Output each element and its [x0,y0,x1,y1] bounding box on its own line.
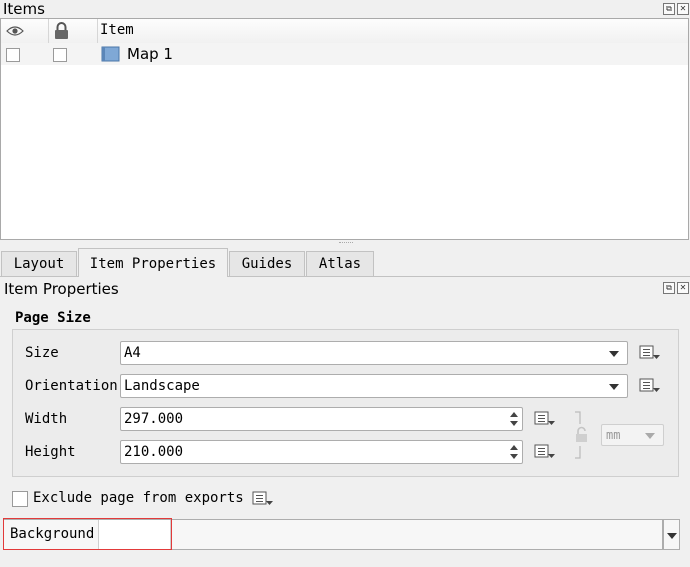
data-defined-override-icon[interactable] [534,411,556,427]
items-table-header: Item [1,19,688,44]
page-size-group-title: Page Size [15,310,91,326]
eye-icon[interactable] [6,25,24,37]
chevron-down-icon [609,351,619,357]
map-item-label[interactable]: Map 1 [127,45,173,63]
lock-checkbox[interactable] [53,48,67,62]
data-defined-override-icon[interactable] [639,378,661,394]
decrement-icon[interactable] [510,454,518,459]
aspect-ratio-lock-icon[interactable] [570,410,592,460]
size-label: Size [25,345,59,361]
item-column-header[interactable]: Item [100,22,134,38]
orientation-value: Landscape [124,378,200,394]
table-row[interactable]: Map 1 [1,43,688,65]
map-item-icon [101,46,120,62]
item-properties-title: Item Properties [4,280,119,298]
data-defined-override-icon[interactable] [534,444,556,460]
splitter-handle[interactable] [339,242,353,245]
increment-icon[interactable] [510,445,518,450]
height-value: 210.000 [124,444,184,460]
highlight-box [3,518,172,550]
size-combobox[interactable]: A4 [120,341,628,365]
data-defined-override-icon[interactable] [639,345,661,361]
increment-icon[interactable] [510,412,518,417]
height-label: Height [25,444,76,460]
close-panel-icon[interactable]: ✕ [677,282,689,294]
close-panel-icon[interactable]: ✕ [677,3,689,15]
decrement-icon[interactable] [510,421,518,426]
units-value: mm [606,428,621,442]
data-defined-override-icon[interactable] [252,491,274,507]
units-combobox[interactable]: mm [601,424,664,446]
tab-guides[interactable]: Guides [229,251,305,276]
items-panel-title: Items [3,0,45,18]
background-menu-button[interactable] [663,519,680,550]
orientation-combobox[interactable]: Landscape [120,374,628,398]
chevron-down-icon [645,433,655,439]
exclude-page-label[interactable]: Exclude page from exports [33,490,244,506]
items-table[interactable]: Item Map 1 [0,18,689,240]
tab-layout[interactable]: Layout [1,251,77,276]
width-label: Width [25,411,68,427]
height-spinbox[interactable]: 210.000 [120,440,523,464]
exclude-page-checkbox[interactable] [12,491,28,507]
tab-item-properties[interactable]: Item Properties [78,248,228,277]
float-panel-icon[interactable]: ⧉ [663,282,675,294]
chevron-down-icon [609,384,619,390]
float-panel-icon[interactable]: ⧉ [663,3,675,15]
orientation-label: Orientation [25,378,118,394]
width-spinbox[interactable]: 297.000 [120,407,523,431]
visibility-checkbox[interactable] [6,48,20,62]
width-value: 297.000 [124,411,184,427]
lock-icon[interactable] [54,22,69,40]
chevron-down-icon [667,533,677,539]
size-value: A4 [124,345,141,361]
tab-atlas[interactable]: Atlas [306,251,374,276]
